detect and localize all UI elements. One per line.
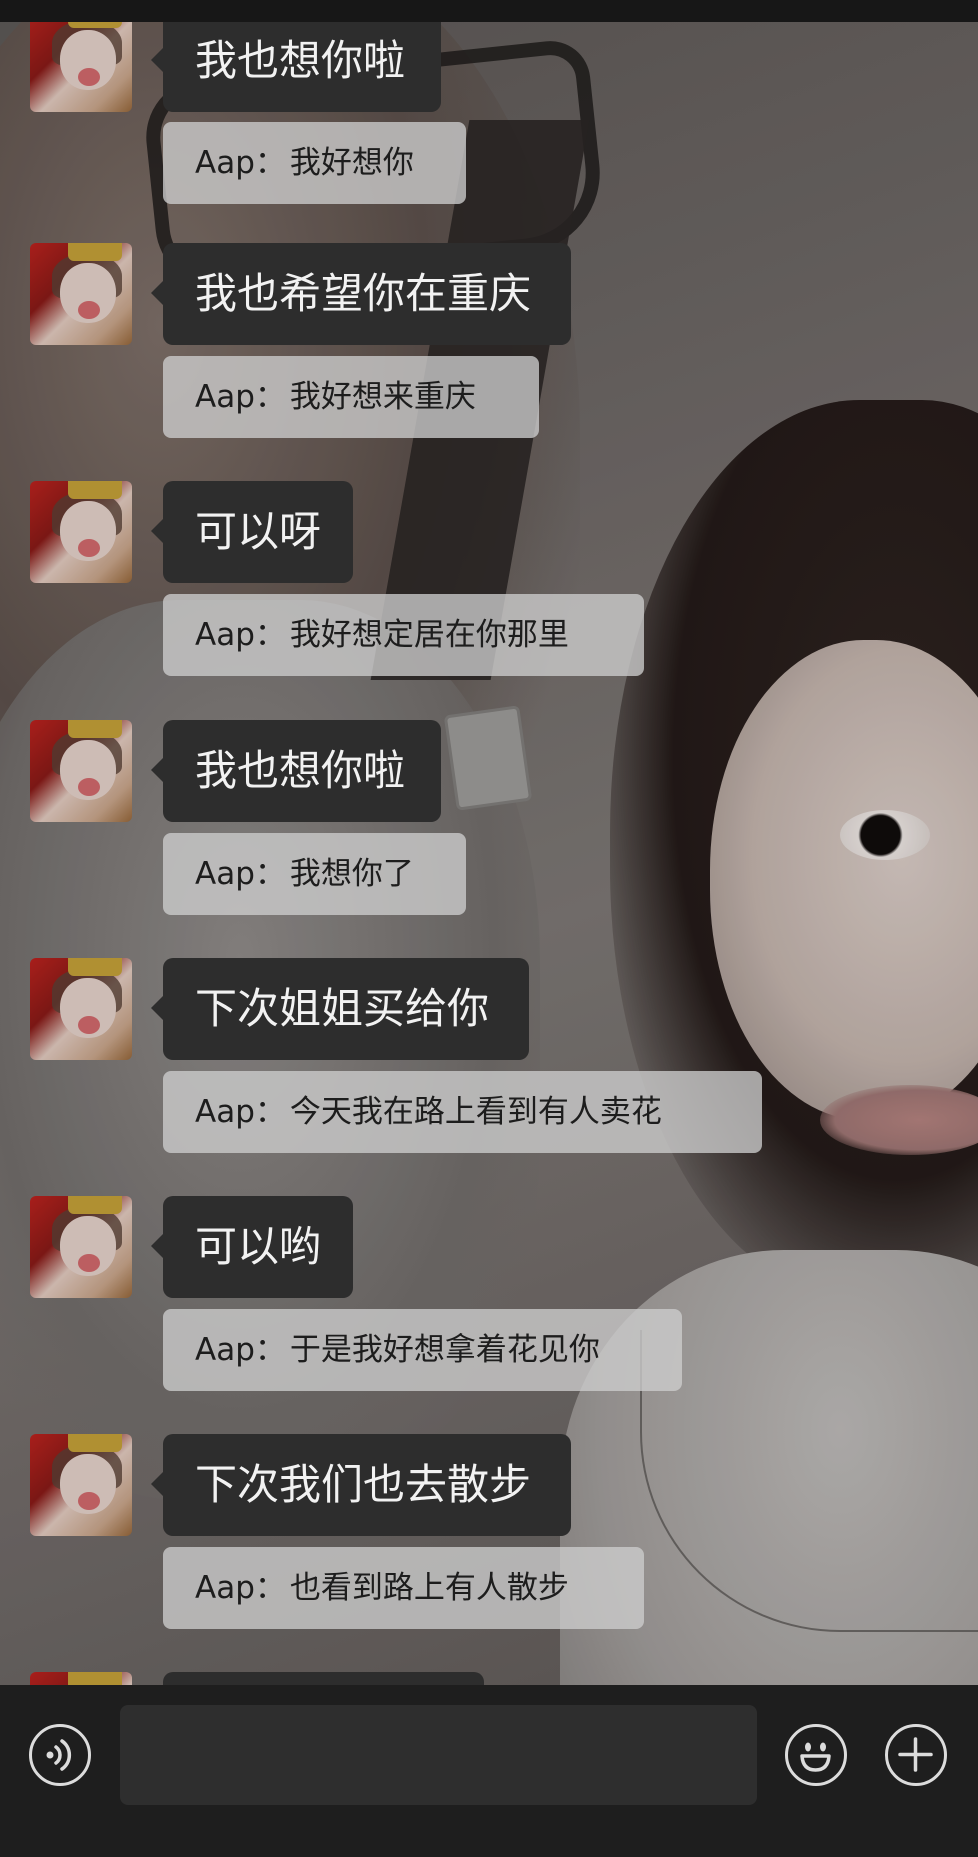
avatar[interactable] xyxy=(30,1434,132,1536)
quoted-message[interactable]: Aap： 我好想你 xyxy=(163,122,466,204)
quote-text: 我好想定居在你那里 xyxy=(289,617,569,653)
quote-sender: Aap： xyxy=(195,617,286,653)
avatar[interactable] xyxy=(30,1196,132,1298)
message-list[interactable]: 我也想你啦 Aap： 我好想你 我也希望你在重庆 Aap： 我好想来重庆 可以呀 A… xyxy=(0,0,978,1685)
avatar[interactable] xyxy=(30,481,132,583)
message-bubble[interactable]: 我也想你啦 xyxy=(151,10,441,112)
quote-text: 我好想你 xyxy=(289,145,414,181)
avatar[interactable] xyxy=(30,10,132,112)
quote-text: 我想你了 xyxy=(289,856,414,892)
quoted-message[interactable]: Aap： 我好想定居在你那里 xyxy=(163,594,644,676)
quote-text: 于是我好想拿着花见你 xyxy=(289,1332,600,1368)
avatar[interactable] xyxy=(30,720,132,822)
quote-text: 我好想来重庆 xyxy=(289,379,476,415)
message-bubble[interactable]: 下次姐姐买给你 xyxy=(151,958,529,1060)
chat-input-bar xyxy=(0,1685,978,1857)
avatar[interactable] xyxy=(30,243,132,345)
message-bubble[interactable]: 我也想你啦 xyxy=(151,720,441,822)
plus-icon[interactable] xyxy=(885,1724,947,1786)
quote-sender: Aap： xyxy=(195,856,286,892)
message-bubble[interactable] xyxy=(163,1672,484,1685)
message-bubble[interactable]: 可以呀 xyxy=(151,481,353,583)
quoted-message[interactable]: Aap： 于是我好想拿着花见你 xyxy=(163,1309,682,1391)
voice-icon[interactable] xyxy=(29,1724,91,1786)
quote-text: 今天我在路上看到有人卖花 xyxy=(289,1094,662,1130)
message-input[interactable] xyxy=(120,1705,757,1805)
message-bubble[interactable]: 下次我们也去散步 xyxy=(151,1434,571,1536)
message-bubble[interactable]: 可以哟 xyxy=(151,1196,353,1298)
avatar[interactable] xyxy=(30,1672,132,1685)
quote-text: 也看到路上有人散步 xyxy=(289,1570,569,1606)
status-bar xyxy=(0,0,978,22)
emoji-icon[interactable] xyxy=(785,1724,847,1786)
quote-sender: Aap： xyxy=(195,1094,286,1130)
quoted-message[interactable]: Aap： 今天我在路上看到有人卖花 xyxy=(163,1071,762,1153)
quote-sender: Aap： xyxy=(195,145,286,181)
quoted-message[interactable]: Aap： 也看到路上有人散步 xyxy=(163,1547,644,1629)
quote-sender: Aap： xyxy=(195,1570,286,1606)
quoted-message[interactable]: Aap： 我好想来重庆 xyxy=(163,356,539,438)
quoted-message[interactable]: Aap： 我想你了 xyxy=(163,833,466,915)
quote-sender: Aap： xyxy=(195,1332,286,1368)
quote-sender: Aap： xyxy=(195,379,286,415)
avatar[interactable] xyxy=(30,958,132,1060)
message-bubble[interactable]: 我也希望你在重庆 xyxy=(151,243,571,345)
